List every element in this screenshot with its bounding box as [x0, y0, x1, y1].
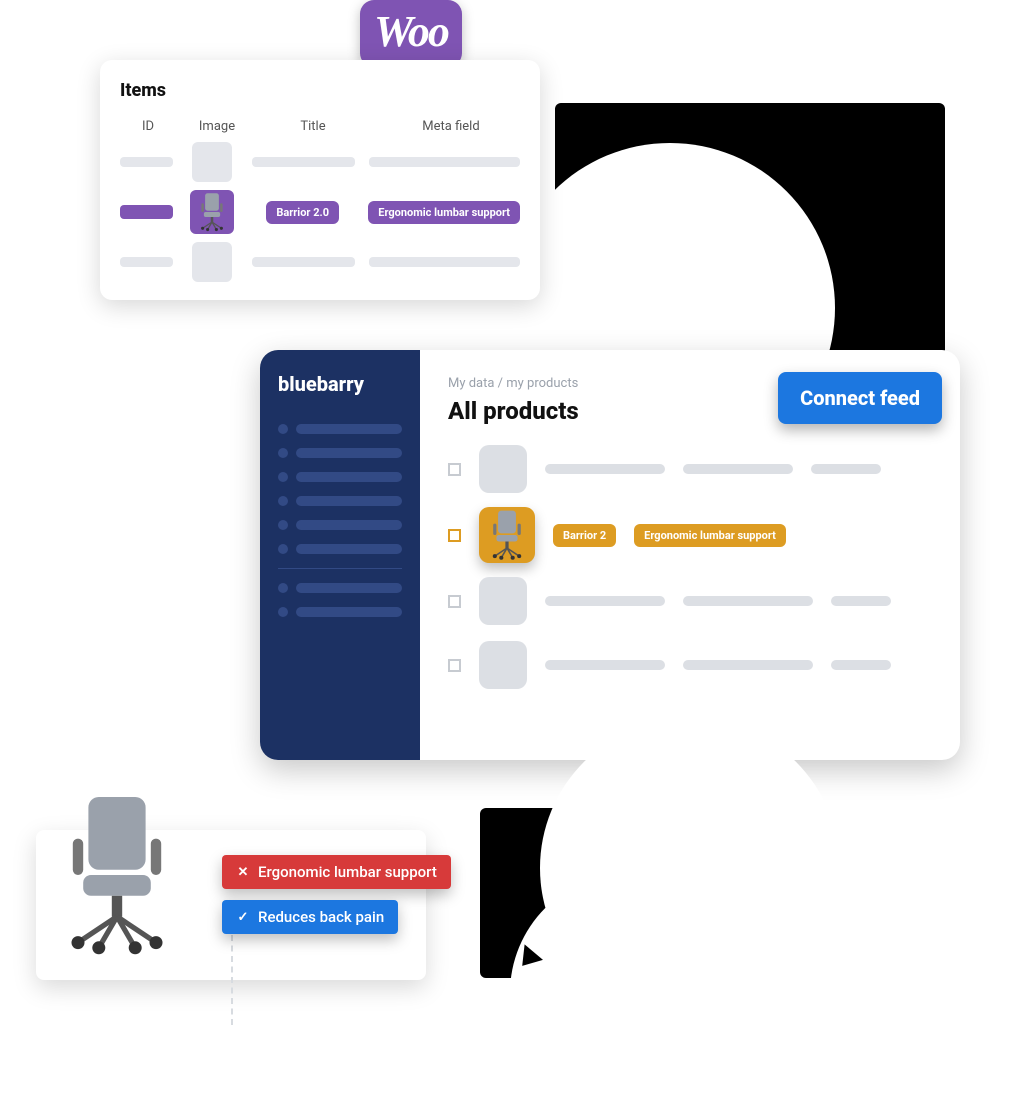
table-row[interactable] — [120, 242, 520, 282]
bluebarry-app: bluebarry My data / my products All prod… — [260, 350, 960, 760]
title-pill: Barrior 2.0 — [266, 201, 339, 224]
sidebar: bluebarry — [260, 350, 420, 760]
row-checkbox[interactable] — [448, 463, 461, 476]
tag-removed: ✕ Ergonomic lumbar support — [222, 855, 451, 889]
table-row[interactable] — [448, 575, 932, 627]
table-row[interactable] — [120, 142, 520, 182]
items-table-header: ID Image Title Meta field — [120, 119, 520, 134]
col-id: ID — [120, 119, 176, 134]
sidebar-item[interactable] — [278, 520, 402, 530]
product-thumbnail — [479, 445, 527, 493]
woo-logo: Woo — [360, 0, 462, 67]
sidebar-item[interactable] — [278, 496, 402, 506]
chair-icon — [195, 192, 229, 232]
main-panel: My data / my products All products Conne… — [420, 350, 960, 760]
close-icon: ✕ — [236, 865, 250, 879]
tag-removed-label: Ergonomic lumbar support — [258, 863, 437, 881]
sidebar-item[interactable] — [278, 607, 402, 617]
sidebar-item[interactable] — [278, 472, 402, 482]
col-image: Image — [190, 119, 244, 134]
brand-logo: bluebarry — [278, 372, 402, 396]
tag-added: ✓ Reduces back pain — [222, 900, 398, 934]
row-checkbox[interactable] — [448, 595, 461, 608]
table-row-selected[interactable]: Barrior 2.0 Ergonomic lumbar support — [120, 190, 520, 234]
col-title: Title — [258, 119, 368, 134]
product-thumbnail — [479, 507, 535, 563]
row-checkbox[interactable] — [448, 659, 461, 672]
title-pill: Barrior 2 — [553, 524, 616, 547]
row-checkbox[interactable] — [448, 529, 461, 542]
product-image — [52, 790, 182, 964]
table-row[interactable] — [448, 443, 932, 495]
col-meta: Meta field — [382, 119, 520, 134]
check-icon: ✓ — [236, 910, 250, 924]
chair-icon — [485, 509, 529, 561]
product-thumbnail — [479, 641, 527, 689]
woo-logo-text: Woo — [374, 7, 448, 56]
items-card: Items ID Image Title Meta field Barrior … — [100, 60, 540, 300]
chair-icon — [52, 790, 182, 960]
sidebar-item[interactable] — [278, 448, 402, 458]
table-row[interactable] — [448, 639, 932, 691]
product-thumbnail — [190, 190, 234, 234]
sidebar-item[interactable] — [278, 544, 402, 554]
tag-added-label: Reduces back pain — [258, 908, 384, 926]
meta-pill: Ergonomic lumbar support — [634, 524, 786, 547]
items-card-title: Items — [120, 80, 520, 101]
flow-arrow-top — [555, 103, 945, 363]
meta-pill: Ergonomic lumbar support — [368, 201, 520, 224]
sidebar-item[interactable] — [278, 583, 402, 593]
table-row-selected[interactable]: Barrior 2 Ergonomic lumbar support — [448, 507, 932, 563]
sidebar-item[interactable] — [278, 424, 402, 434]
product-thumbnail — [479, 577, 527, 625]
connect-feed-button[interactable]: Connect feed — [778, 372, 942, 424]
